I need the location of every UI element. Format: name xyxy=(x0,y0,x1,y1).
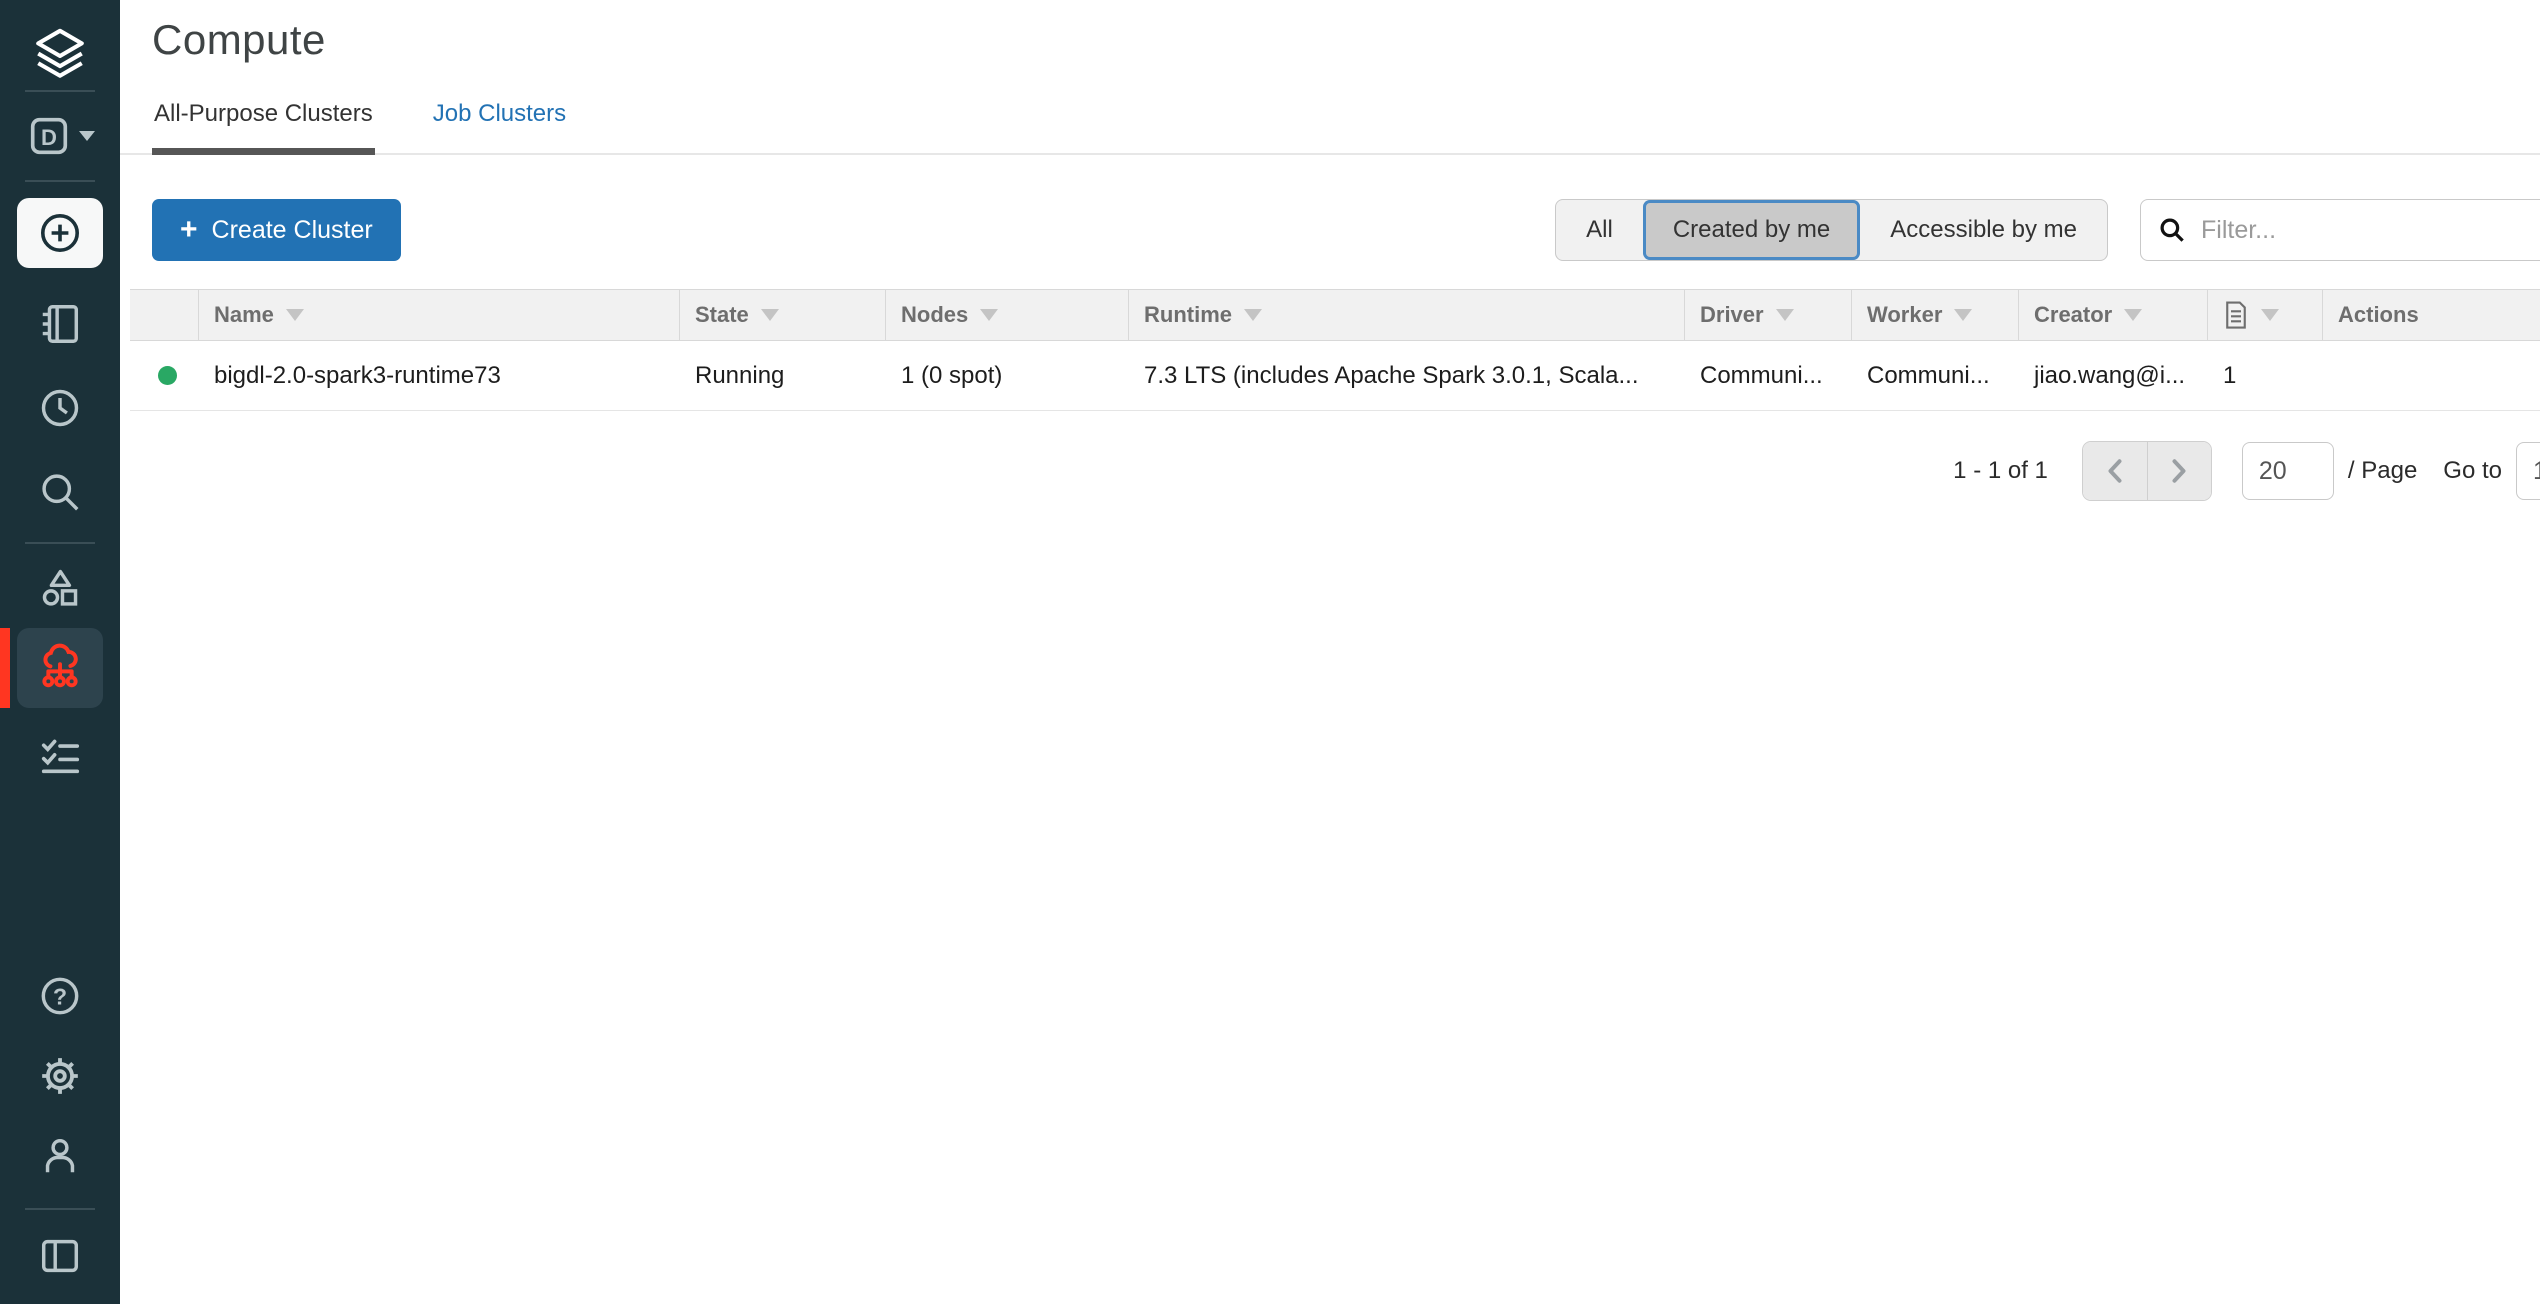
cell-nodes: 1 (0 spot) xyxy=(886,341,1129,410)
sort-caret-icon xyxy=(980,309,998,321)
create-cluster-label: Create Cluster xyxy=(212,216,373,245)
clusters-table: Name State Nodes Runtime Driver Worker xyxy=(130,289,2540,411)
goto-page-input[interactable] xyxy=(2516,442,2540,500)
sidebar-divider xyxy=(25,180,95,182)
per-page-label: / Page xyxy=(2348,457,2417,485)
header-state[interactable]: State xyxy=(680,290,886,340)
sidebar-collapse-button[interactable] xyxy=(17,1226,103,1286)
databricks-logo[interactable] xyxy=(17,20,103,90)
sidebar-item-recents[interactable] xyxy=(17,378,103,438)
main-content: Compute All-Purpose Clusters Job Cluster… xyxy=(120,0,2540,1304)
next-page-button[interactable] xyxy=(2147,442,2211,500)
header-notebooks[interactable] xyxy=(2208,290,2323,340)
filter-accessible-by-me-button[interactable]: Accessible by me xyxy=(1860,200,2107,260)
sort-caret-icon xyxy=(1954,309,1972,321)
sidebar-item-workspace[interactable] xyxy=(17,294,103,354)
active-indicator-bar xyxy=(0,628,10,708)
cell-worker: Communi... xyxy=(1852,341,2019,410)
tab-all-purpose-clusters[interactable]: All-Purpose Clusters xyxy=(152,100,375,155)
user-icon xyxy=(37,1133,83,1179)
cell-runtime: 7.3 LTS (includes Apache Spark 3.0.1, Sc… xyxy=(1129,341,1685,410)
sidebar-divider xyxy=(25,90,95,92)
cell-creator: jiao.wang@i... xyxy=(2019,341,2208,410)
sidebar-item-account[interactable] xyxy=(17,1126,103,1186)
header-name[interactable]: Name xyxy=(199,290,680,340)
toolbar: + Create Cluster All Created by me Acces… xyxy=(152,199,2540,261)
plus-icon: + xyxy=(180,215,198,245)
workspace-switcher[interactable]: D xyxy=(17,106,103,166)
running-status-dot-icon xyxy=(158,366,177,385)
plus-circle-icon xyxy=(36,209,84,257)
create-cluster-button[interactable]: + Create Cluster xyxy=(152,199,401,261)
sidebar: D xyxy=(0,0,120,1304)
tab-job-clusters[interactable]: Job Clusters xyxy=(431,100,568,153)
collapse-panel-icon xyxy=(37,1233,83,1279)
search-icon xyxy=(2157,215,2187,245)
header-creator[interactable]: Creator xyxy=(2019,290,2208,340)
header-runtime[interactable]: Runtime xyxy=(1129,290,1685,340)
toolbar-filters: All Created by me Accessible by me xyxy=(1555,199,2540,261)
sidebar-item-jobs[interactable] xyxy=(17,726,103,786)
sort-caret-icon xyxy=(286,309,304,321)
notebook-icon xyxy=(37,301,83,347)
header-driver[interactable]: Driver xyxy=(1685,290,1852,340)
previous-page-button[interactable] xyxy=(2083,442,2147,500)
cell-status xyxy=(130,341,199,410)
sidebar-item-create-new[interactable] xyxy=(17,198,103,268)
chevron-left-icon xyxy=(2105,458,2125,484)
filter-search-box[interactable] xyxy=(2140,199,2540,261)
sort-caret-icon xyxy=(1776,309,1794,321)
sort-caret-icon xyxy=(2124,309,2142,321)
chevron-right-icon xyxy=(2169,458,2189,484)
filter-created-by-me-button[interactable]: Created by me xyxy=(1643,200,1860,260)
sidebar-item-compute[interactable] xyxy=(17,628,103,708)
page-title: Compute xyxy=(152,16,2540,64)
gear-icon xyxy=(37,1053,83,1099)
sidebar-item-help[interactable]: ? xyxy=(17,966,103,1026)
cell-cluster-name[interactable]: bigdl-2.0-spark3-runtime73 xyxy=(199,341,680,410)
data-shapes-icon xyxy=(37,565,83,611)
clock-icon xyxy=(37,385,83,431)
header-status-column xyxy=(130,290,199,340)
cell-state: Running xyxy=(680,341,886,410)
filter-all-button[interactable]: All xyxy=(1556,200,1643,260)
clusters-cloud-icon xyxy=(35,643,85,693)
help-icon: ? xyxy=(37,973,83,1019)
sidebar-divider xyxy=(25,1208,95,1210)
cell-notebooks-count: 1 xyxy=(2208,341,2323,410)
sort-caret-icon xyxy=(2261,309,2279,321)
checklist-icon xyxy=(37,733,83,779)
svg-text:?: ? xyxy=(53,983,67,1009)
filter-input[interactable] xyxy=(2201,216,2540,245)
cell-actions xyxy=(2323,341,2540,410)
cell-driver: Communi... xyxy=(1685,341,1852,410)
header-nodes[interactable]: Nodes xyxy=(886,290,1129,340)
tab-bar: All-Purpose Clusters Job Clusters xyxy=(120,100,2540,155)
goto-label: Go to xyxy=(2443,457,2502,485)
sort-caret-icon xyxy=(761,309,779,321)
sidebar-item-settings[interactable] xyxy=(17,1046,103,1106)
sidebar-item-search[interactable] xyxy=(17,462,103,522)
sidebar-divider xyxy=(25,542,95,544)
pagination-nav-group xyxy=(2082,441,2212,501)
search-icon xyxy=(37,469,83,515)
pagination-bar: 1 - 1 of 1 / Page Go to xyxy=(120,441,2540,501)
filter-segmented-control: All Created by me Accessible by me xyxy=(1555,199,2108,261)
sidebar-item-data[interactable] xyxy=(17,558,103,618)
document-icon xyxy=(2223,300,2249,330)
app-window: D xyxy=(0,0,2540,1304)
chevron-down-icon xyxy=(79,131,95,141)
pagination-range: 1 - 1 of 1 xyxy=(1953,457,2048,485)
header-actions: Actions xyxy=(2323,290,2540,340)
header-worker[interactable]: Worker xyxy=(1852,290,2019,340)
page-size-input[interactable] xyxy=(2242,442,2334,500)
table-header-row: Name State Nodes Runtime Driver Worker xyxy=(130,289,2540,341)
workspace-badge-letter: D xyxy=(41,125,57,150)
table-row[interactable]: bigdl-2.0-spark3-runtime73 Running 1 (0 … xyxy=(130,341,2540,411)
sort-caret-icon xyxy=(1244,309,1262,321)
